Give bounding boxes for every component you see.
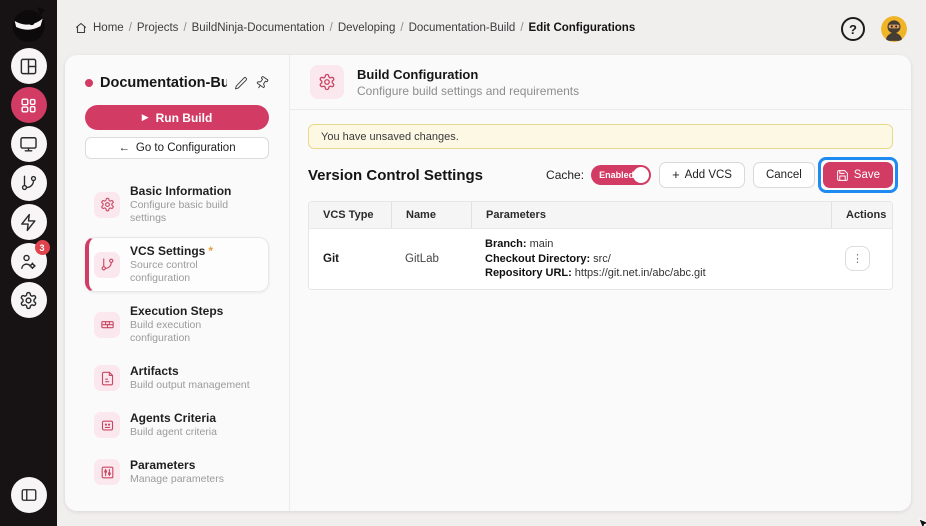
param-branch: Branch: main <box>485 238 554 250</box>
cache-label: Cache: <box>546 168 585 182</box>
column-header-name: Name <box>391 202 471 228</box>
breadcrumb-separator: / <box>329 21 333 34</box>
build-config-gear-icon <box>310 65 344 99</box>
nav-sublabel: Build output management <box>130 379 250 391</box>
edit-pencil-icon[interactable] <box>234 76 248 90</box>
run-build-button[interactable]: ▶ Run Build <box>85 105 269 130</box>
table-header: VCS Type Name Parameters Actions <box>309 202 892 228</box>
breadcrumb-item[interactable]: Developing <box>338 22 396 34</box>
add-vcs-button[interactable]: + Add VCS <box>659 162 745 188</box>
breadcrumb-separator: / <box>400 21 404 34</box>
breadcrumb-item[interactable]: Documentation-Build <box>409 22 516 34</box>
pin-icon[interactable] <box>255 76 269 90</box>
sliders-icon <box>94 459 120 485</box>
table-row: Git GitLab Branch: main Checkout Director… <box>309 228 892 289</box>
vcs-table: VCS Type Name Parameters Actions Git Git… <box>308 201 893 290</box>
collapse-sidebar-icon[interactable] <box>10 477 47 513</box>
home-icon <box>75 22 87 34</box>
nav-item-parameters[interactable]: Parameters Manage parameters <box>85 451 269 493</box>
nav-label: Artifacts <box>130 364 179 378</box>
nav-sublabel: Build agent criteria <box>130 426 217 438</box>
nav-sublabel: Configure basic build settings <box>130 199 229 224</box>
back-arrow-icon: ← <box>118 142 130 154</box>
nav-label: Parameters <box>130 458 196 472</box>
breadcrumb-current: Edit Configurations <box>528 21 636 34</box>
build-config-panel: Documentation-Bu... ▶ Run Build ← Go to … <box>65 55 290 511</box>
dashboard-icon[interactable] <box>10 48 47 84</box>
nav-label: Agents Criteria <box>130 411 217 425</box>
row-actions-menu-button[interactable]: ⋮ <box>845 246 870 272</box>
git-branch-icon <box>94 251 120 278</box>
breadcrumb-item[interactable]: Home <box>93 22 124 34</box>
required-asterisk: * <box>208 244 214 258</box>
cache-toggle[interactable]: Enabled <box>591 165 652 185</box>
breadcrumb: Home / Projects / BuildNinja-Documentati… <box>75 22 635 34</box>
cell-parameters: Branch: main Checkout Directory: src/ Repo… <box>471 237 831 281</box>
content-header: Build Configuration Configure build sett… <box>290 55 911 110</box>
lightning-icon[interactable] <box>10 204 47 240</box>
breadcrumb-separator: / <box>128 21 132 34</box>
param-repository-url: Repository URL: https://git.net.in/abc/ab… <box>485 267 706 279</box>
status-dot <box>85 79 93 87</box>
nav-item-agents-criteria[interactable]: Agents Criteria Build agent criteria <box>85 404 269 446</box>
toggle-knob <box>633 167 650 183</box>
agents-badge: 3 <box>34 240 50 255</box>
buildninja-logo[interactable] <box>9 5 49 45</box>
mouse-cursor <box>918 518 926 526</box>
nav-item-execution-steps[interactable]: Execution Steps Build execution configur… <box>85 297 269 352</box>
gear-icon <box>94 191 120 218</box>
cell-actions: ⋮ <box>831 246 892 272</box>
cache-toggle-state: Enabled <box>599 170 635 180</box>
cell-name: GitLab <box>405 252 439 265</box>
go-to-configuration-label: Go to Configuration <box>135 142 236 154</box>
monitor-icon[interactable] <box>10 126 47 162</box>
section-title: Version Control Settings <box>308 166 484 184</box>
nav-sublabel: Source control configuration <box>130 259 198 284</box>
plus-icon: + <box>672 167 680 182</box>
help-icon[interactable]: ? <box>841 17 865 41</box>
user-avatar[interactable] <box>881 16 907 42</box>
breadcrumb-separator: / <box>183 21 187 34</box>
param-checkout-directory: Checkout Directory: src/ <box>485 252 611 265</box>
git-branch-icon[interactable] <box>10 165 47 201</box>
top-bar: Home / Projects / BuildNinja-Documentati… <box>57 0 926 55</box>
unsaved-changes-banner: You have unsaved changes. <box>308 124 893 149</box>
save-disk-icon <box>836 169 848 181</box>
column-header-actions: Actions <box>831 202 892 228</box>
run-build-label: Run Build <box>155 110 213 125</box>
main-card: Documentation-Bu... ▶ Run Build ← Go to … <box>65 55 911 511</box>
build-title: Documentation-Bu... <box>100 75 227 91</box>
nav-label: Execution Steps <box>130 304 224 318</box>
steps-bricks-icon <box>94 311 120 338</box>
app-rail: 3 <box>0 0 57 526</box>
add-vcs-label: Add VCS <box>684 169 732 181</box>
save-button[interactable]: Save <box>822 162 893 188</box>
nav-sublabel: Build execution configuration <box>130 319 202 344</box>
cell-vcs-type: Git <box>323 252 339 265</box>
go-to-configuration-button[interactable]: ← Go to Configuration <box>85 137 269 159</box>
nav-item-basic-information[interactable]: Basic Information Configure basic build … <box>85 177 269 232</box>
breadcrumb-item[interactable]: BuildNinja-Documentation <box>192 22 325 34</box>
nav-label: VCS Settings * <box>130 244 214 258</box>
column-header-vcs-type: VCS Type <box>323 209 374 221</box>
projects-grid-icon[interactable] <box>10 87 47 123</box>
column-header-parameters: Parameters <box>471 202 831 228</box>
play-icon: ▶ <box>141 112 149 122</box>
nav-sublabel: Manage parameters <box>130 473 224 485</box>
config-nav: Basic Information Configure basic build … <box>85 177 269 493</box>
cancel-button[interactable]: Cancel <box>752 162 815 188</box>
page-title: Build Configuration <box>357 66 479 82</box>
file-icon <box>94 365 120 391</box>
nav-item-vcs-settings[interactable]: VCS Settings * Source control configurati… <box>85 237 269 292</box>
nav-label: Basic Information <box>130 184 232 198</box>
breadcrumb-separator: / <box>520 21 524 34</box>
nav-item-artifacts[interactable]: Artifacts Build output management <box>85 357 269 399</box>
settings-gear-icon[interactable] <box>10 282 47 318</box>
agents-icon[interactable]: 3 <box>10 240 50 279</box>
page-subtitle: Configure build settings and requirement… <box>357 83 580 98</box>
breadcrumb-item[interactable]: Projects <box>137 22 179 34</box>
robot-face-icon <box>94 412 120 438</box>
build-config-content: Build Configuration Configure build sett… <box>290 55 911 511</box>
save-label: Save <box>853 169 880 181</box>
